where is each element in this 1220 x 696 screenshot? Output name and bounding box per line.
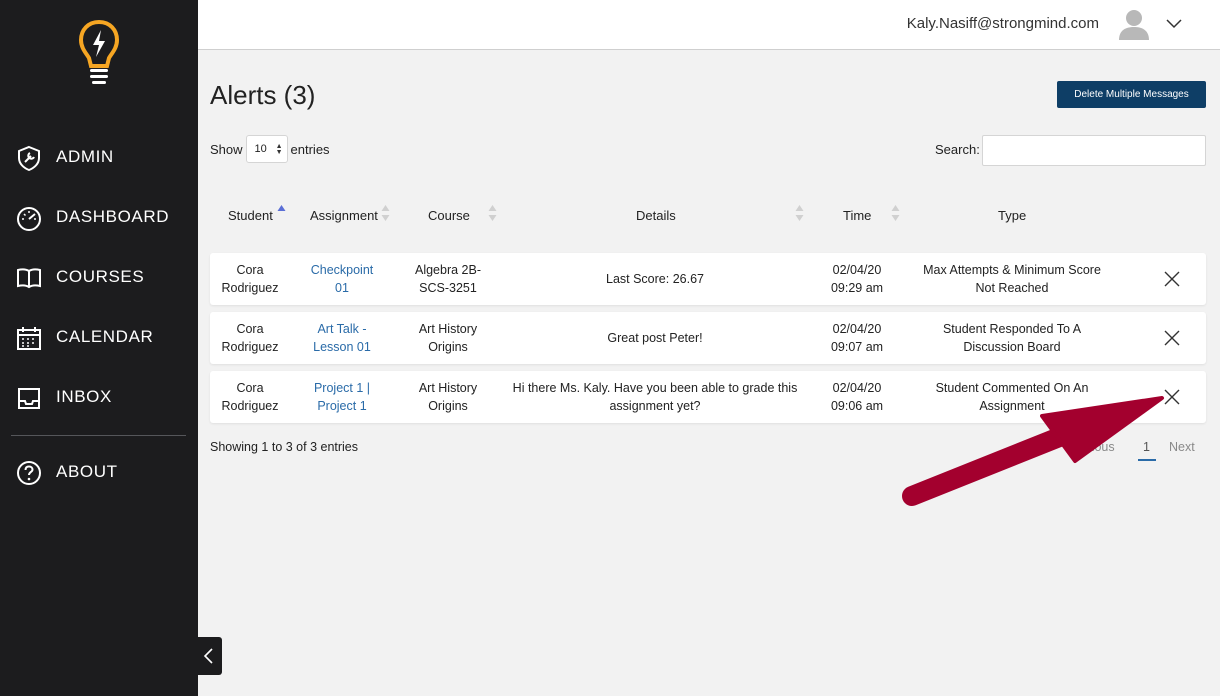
pagination-previous[interactable]: Previous — [1066, 440, 1115, 454]
pagination-next[interactable]: Next — [1169, 440, 1195, 454]
column-header-assignment[interactable]: Assignment — [310, 208, 378, 223]
chevron-down-icon[interactable] — [1164, 14, 1184, 34]
sidebar-collapse-button[interactable] — [198, 637, 222, 675]
open-book-icon — [17, 268, 41, 289]
sidebar-item-label: INBOX — [56, 387, 112, 406]
sort-arrows-icon — [891, 205, 900, 221]
close-icon[interactable] — [1162, 328, 1182, 348]
search-label: Search: — [935, 142, 980, 157]
cell-student: Cora Rodriguez — [221, 322, 279, 354]
cell-type: Max Attempts & Minimum Score Not Reached — [923, 263, 1101, 295]
cell-details: Last Score: 26.67 — [606, 272, 704, 286]
sort-ascending-icon — [277, 205, 286, 211]
active-page-indicator — [1138, 459, 1156, 461]
select-arrows-icon: ▲ ▼ — [275, 143, 283, 156]
entries-per-page-select[interactable]: 10 ▲ ▼ — [245, 135, 288, 163]
column-header-student[interactable]: Student — [228, 208, 273, 223]
cell-course: Art History Origins — [418, 381, 478, 413]
close-icon[interactable] — [1162, 387, 1182, 407]
sidebar-item-courses[interactable]: COURSES — [0, 255, 198, 299]
sidebar-item-label: CALENDAR — [56, 327, 154, 346]
user-email: Kaly.Nasiff@strongmind.com — [906, 15, 1099, 32]
sidebar-item-inbox[interactable]: INBOX — [0, 375, 198, 419]
search-input[interactable] — [982, 135, 1206, 166]
page-title: Alerts (3) — [210, 80, 316, 110]
cell-details: Hi there Ms. Kaly. Have you been able to… — [512, 381, 798, 413]
lightbulb-logo-icon — [78, 19, 120, 84]
sidebar-item-label: ADMIN — [56, 147, 114, 166]
delete-multiple-messages-button[interactable]: Delete Multiple Messages — [1057, 81, 1206, 108]
pagination-page-1[interactable]: 1 — [1143, 440, 1150, 454]
column-header-course[interactable]: Course — [428, 208, 470, 223]
cell-time: 02/04/20 09:29 am — [830, 263, 884, 295]
sidebar-item-admin[interactable]: ADMIN — [0, 135, 198, 179]
cell-type: Student Responded To A Discussion Board — [942, 322, 1082, 354]
cell-course: Algebra 2B- SCS-3251 — [414, 263, 481, 295]
sort-arrows-icon — [795, 205, 804, 221]
sort-arrows-icon — [381, 205, 390, 221]
assignment-link[interactable]: Project 1 | Project 1 — [302, 371, 382, 423]
cell-time: 02/04/20 09:06 am — [830, 381, 884, 413]
entries-length-control: Show 10 ▲ ▼ entries — [210, 135, 330, 163]
sidebar-item-calendar[interactable]: CALENDAR — [0, 315, 198, 359]
cell-time: 02/04/20 09:07 am — [830, 322, 884, 354]
assignment-link[interactable]: Checkpoint 01 — [302, 253, 382, 305]
sidebar-item-label: DASHBOARD — [56, 207, 170, 226]
assignment-link[interactable]: Art Talk - Lesson 01 — [302, 312, 382, 364]
cell-course: Art History Origins — [418, 322, 478, 354]
entries-label: entries — [290, 141, 330, 157]
entries-per-page-value: 10 — [254, 143, 267, 155]
show-label: Show — [210, 141, 243, 157]
table-info: Showing 1 to 3 of 3 entries — [210, 440, 359, 454]
close-icon[interactable] — [1162, 269, 1182, 289]
sidebar-item-label: ABOUT — [56, 462, 118, 481]
user-avatar-icon[interactable] — [1116, 6, 1152, 42]
shield-wrench-icon — [18, 145, 40, 171]
speedometer-icon — [17, 207, 41, 231]
sidebar-item-dashboard[interactable]: DASHBOARD — [0, 195, 198, 239]
top-bar: Kaly.Nasiff@strongmind.com — [198, 0, 1220, 50]
inbox-tray-icon — [18, 388, 40, 409]
sidebar-item-about[interactable]: ABOUT — [0, 450, 198, 494]
sort-arrows-icon — [488, 205, 497, 221]
question-circle-icon — [17, 461, 41, 485]
sidebar-item-label: COURSES — [56, 267, 145, 286]
table-row: Cora Rodriguez Art Talk - Lesson 01 Art Hi… — [210, 312, 1206, 364]
column-header-details[interactable]: Details — [636, 208, 676, 223]
sidebar: ADMIN DASHBOARD COURSES CALENDAR INBOX A… — [0, 0, 198, 696]
calendar-icon — [17, 327, 41, 350]
chevron-left-icon — [203, 648, 213, 664]
table-row: Cora Rodriguez Checkpoint 01 Algebra 2B- SC… — [210, 253, 1206, 305]
cell-student: Cora Rodriguez — [221, 381, 279, 413]
cell-details: Great post Peter! — [607, 331, 703, 345]
cell-student: Cora Rodriguez — [221, 263, 279, 295]
cell-type: Student Commented On An Assignment — [935, 381, 1089, 413]
sidebar-divider — [11, 435, 186, 436]
column-header-time[interactable]: Time — [843, 208, 871, 223]
column-header-type: Type — [998, 208, 1027, 223]
table-row: Cora Rodriguez Project 1 | Project 1 Art H… — [210, 371, 1206, 423]
